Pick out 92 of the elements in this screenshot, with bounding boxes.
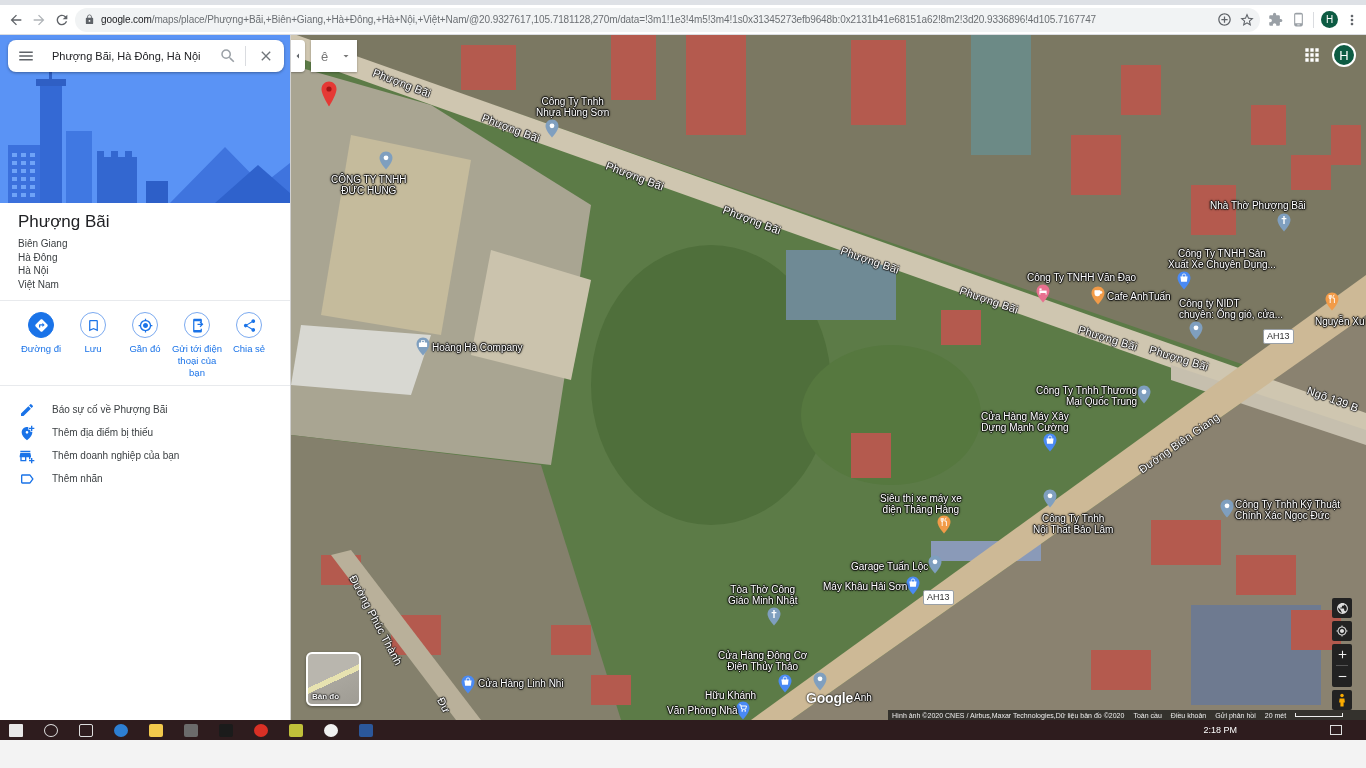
- building-drawing: [66, 131, 92, 203]
- input-mode-button[interactable]: ê: [311, 40, 357, 72]
- office-building-drawing: [8, 145, 40, 203]
- place-title: Phượng Bãi: [18, 212, 111, 232]
- globe-icon: [1335, 601, 1349, 615]
- windows-logo-icon[interactable]: [9, 723, 23, 737]
- place-label[interactable]: Anh: [854, 692, 872, 703]
- place-label[interactable]: Cửa Hàng Động Cơ Điện Thủy Thảo: [718, 650, 808, 672]
- shopping-bag-pin-icon[interactable]: [461, 675, 475, 694]
- taskbar-app-icon[interactable]: [289, 723, 303, 737]
- lock-icon: [84, 14, 95, 25]
- send-to-phone-button[interactable]: Gửi tới điện thoại của bạn: [171, 312, 223, 379]
- folder-icon[interactable]: [149, 723, 163, 737]
- map-pin-icon[interactable]: [928, 555, 942, 574]
- map-pin-icon[interactable]: [1137, 385, 1151, 404]
- address-line: Hà Nội: [18, 264, 50, 278]
- url-text: google.com/maps/place/Phượng+Bãi,+Biên+Giang,+Hà+Đông,+Hà+Nội,+Việt+Nam/@20.9327617,105.7181128,270m/data=!3m1!1e3!4m5!3m4!1s0x31345273efb9648b:0x2131b41e68151a62!8m2!3d20.9336896!4d105.7167747: [101, 14, 1097, 25]
- castle-drawing: [97, 151, 137, 203]
- place-label[interactable]: Công Ty Tnhh Nhựa Hùng Sơn: [536, 96, 610, 118]
- puzzle-icon[interactable]: [1268, 12, 1283, 27]
- profile-avatar[interactable]: H: [1321, 11, 1338, 28]
- fork-knife-pin-icon[interactable]: [937, 515, 951, 534]
- scale-bar: [1295, 713, 1344, 717]
- map-logo: Google: [806, 690, 854, 706]
- search-box[interactable]: Phượng Bãi, Hà Đông, Hà Nội: [8, 40, 284, 72]
- taskbar-app-icon[interactable]: [324, 723, 338, 737]
- place-label[interactable]: Máy Khâu Hải Sơn: [823, 581, 908, 592]
- place-label[interactable]: Nhà Thờ Phượng Bãi: [1210, 200, 1306, 211]
- road-label: Đư: [435, 695, 453, 715]
- street-view-button[interactable]: [1332, 690, 1352, 710]
- place-label[interactable]: Siêu thị xe máy xe điện Thăng Hàng: [880, 493, 962, 515]
- place-label[interactable]: Công Ty Tnhh Thương Mại Quốc Trung: [1036, 385, 1138, 407]
- notification-icon[interactable]: [1330, 725, 1342, 735]
- route-shield: AH13: [923, 590, 954, 605]
- share-button[interactable]: Chia sẻ: [223, 312, 275, 355]
- save-button[interactable]: Lưu: [67, 312, 119, 355]
- target-icon: [1336, 625, 1348, 637]
- place-label[interactable]: Tòa Thờ Công Giáo Minh Nhật: [728, 584, 798, 606]
- map-pin-icon[interactable]: [1043, 489, 1057, 508]
- search-icon[interactable]: [219, 47, 237, 65]
- place-label[interactable]: Công Ty TNHH Sản Xuất Xe Chuyên Dụng...: [1168, 248, 1276, 270]
- map-pin-icon[interactable]: [1220, 499, 1234, 518]
- cross-pin-icon[interactable]: [1277, 213, 1291, 232]
- place-label[interactable]: Văn Phòng Nhà: [667, 705, 738, 716]
- search-field[interactable]: Phượng Bãi, Hà Đông, Hà Nội: [52, 47, 212, 65]
- route-shield: AH13: [1263, 329, 1294, 344]
- directions-button[interactable]: Đường đi: [15, 312, 67, 355]
- cart-pin-icon[interactable]: [736, 701, 750, 720]
- address-line: Việt Nam: [18, 277, 60, 291]
- cup-pin-icon[interactable]: [1091, 286, 1105, 305]
- nearby-button[interactable]: Gần đó: [119, 312, 171, 355]
- shopping-bag-pin-icon[interactable]: [778, 674, 792, 693]
- clock-time: 2:18 PM: [1203, 725, 1237, 735]
- star-icon[interactable]: [1239, 11, 1255, 28]
- map-pin-icon[interactable]: [545, 119, 559, 138]
- place-label[interactable]: Công Ty Tnhh Kỹ Thuật Chính Xác Ngọc Đức: [1235, 499, 1341, 521]
- bed-pin-icon[interactable]: [1036, 284, 1050, 303]
- apps-grid-icon[interactable]: [1302, 45, 1322, 65]
- location-marker-icon[interactable]: [321, 81, 337, 107]
- task-view-icon[interactable]: [79, 723, 93, 737]
- pegman-icon: [1338, 693, 1346, 707]
- report-issue-link[interactable]: Báo sự cố về Phượng Bãi: [0, 398, 290, 421]
- pencil-icon: [19, 401, 35, 418]
- place-label[interactable]: Công ty NIDT chuyên: Ống gió, cửa...: [1179, 298, 1283, 320]
- address-line: Hà Đông: [18, 250, 59, 264]
- shopping-bag-pin-icon[interactable]: [906, 576, 920, 595]
- place-label[interactable]: Garage Tuấn Lộc: [851, 561, 929, 572]
- phone-icon[interactable]: [1291, 12, 1306, 27]
- add-label-link[interactable]: Thêm nhãn: [0, 467, 290, 490]
- pin-plus-icon: [19, 424, 35, 441]
- place-label[interactable]: Nguyễn Xu: [1315, 316, 1365, 327]
- place-label[interactable]: Cửa Hàng Linh Nhi: [478, 678, 564, 689]
- place-label[interactable]: Hữu Khánh: [705, 690, 757, 701]
- place-label[interactable]: Cửa Hàng Máy Xây Dựng Mạnh Cường: [981, 411, 1069, 433]
- address-bar[interactable]: google.com/maps/place/Phượng+Bãi,+Biên+Giang,+Hà+Đông,+Hà+Nội,+Việt+Nam/@20.9327617,105.7181128,270m/data=!3m1!1e3!4m5!3m4!1s0x31345273efb9648b:0x2131b41e68151a62!8m2!3d20.9336896!4d105.7167747: [75, 7, 1260, 32]
- my-location-button[interactable]: [1332, 621, 1352, 641]
- address-line: Biên Giang: [18, 237, 69, 251]
- globe-button[interactable]: [1332, 598, 1352, 618]
- briefcase-pin-icon[interactable]: [416, 337, 430, 356]
- cross-pin-icon[interactable]: [767, 607, 781, 626]
- shopping-bag-pin-icon[interactable]: [1043, 433, 1057, 452]
- map-pin-icon[interactable]: [1189, 321, 1203, 340]
- road-label: Ngõ 139 B: [1305, 384, 1361, 414]
- fork-knife-pin-icon[interactable]: [1325, 292, 1339, 311]
- building-drawing: [146, 181, 168, 203]
- place-label[interactable]: Công Ty TNHH Văn Đạo: [1027, 272, 1137, 283]
- place-label[interactable]: Công Ty Tnhh Nội Thất Bảo Lâm: [1033, 513, 1114, 535]
- add-place-link[interactable]: Thêm địa điểm bị thiếu: [0, 421, 290, 444]
- shopping-bag-pin-icon[interactable]: [1177, 271, 1191, 290]
- place-label[interactable]: Cafe AnhTuấn: [1107, 291, 1171, 302]
- add-business-link[interactable]: Thêm doanh nghiệp của bạn: [0, 444, 290, 467]
- map-layer-button[interactable]: Bản đồ: [306, 652, 361, 706]
